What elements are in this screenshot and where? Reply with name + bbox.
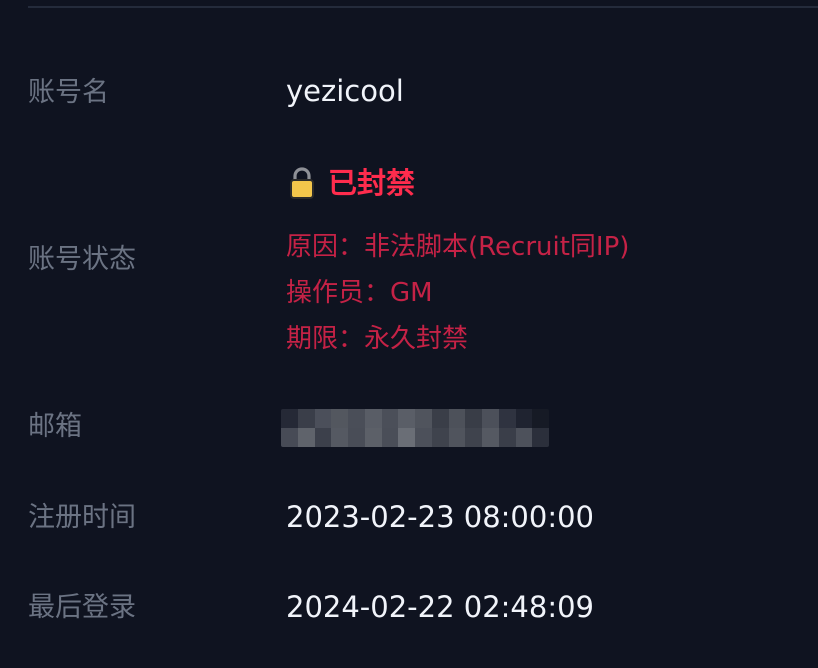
register-time-value: 2023-02-23 08:00:00 [286, 500, 594, 534]
ban-reason: 原因：非法脚本(Recruit同IP) [286, 232, 630, 262]
ban-duration: 期限：永久封禁 [286, 324, 469, 354]
last-login-value: 2024-02-22 02:48:09 [286, 590, 594, 624]
email-label: 邮箱 [28, 411, 82, 442]
top-divider [28, 6, 818, 8]
account-name-value: yezicool [286, 74, 404, 108]
email-redacted-value [281, 409, 549, 447]
ban-operator: 操作员：GM [286, 278, 433, 308]
last-login-label: 最后登录 [28, 592, 136, 623]
account-status-label: 账号状态 [28, 244, 136, 275]
account-name-label: 账号名 [28, 77, 109, 108]
lock-icon [286, 166, 318, 200]
register-time-label: 注册时间 [28, 502, 136, 533]
ban-status-title: 已封禁 [286, 166, 415, 200]
ban-status-text: 已封禁 [328, 165, 416, 200]
